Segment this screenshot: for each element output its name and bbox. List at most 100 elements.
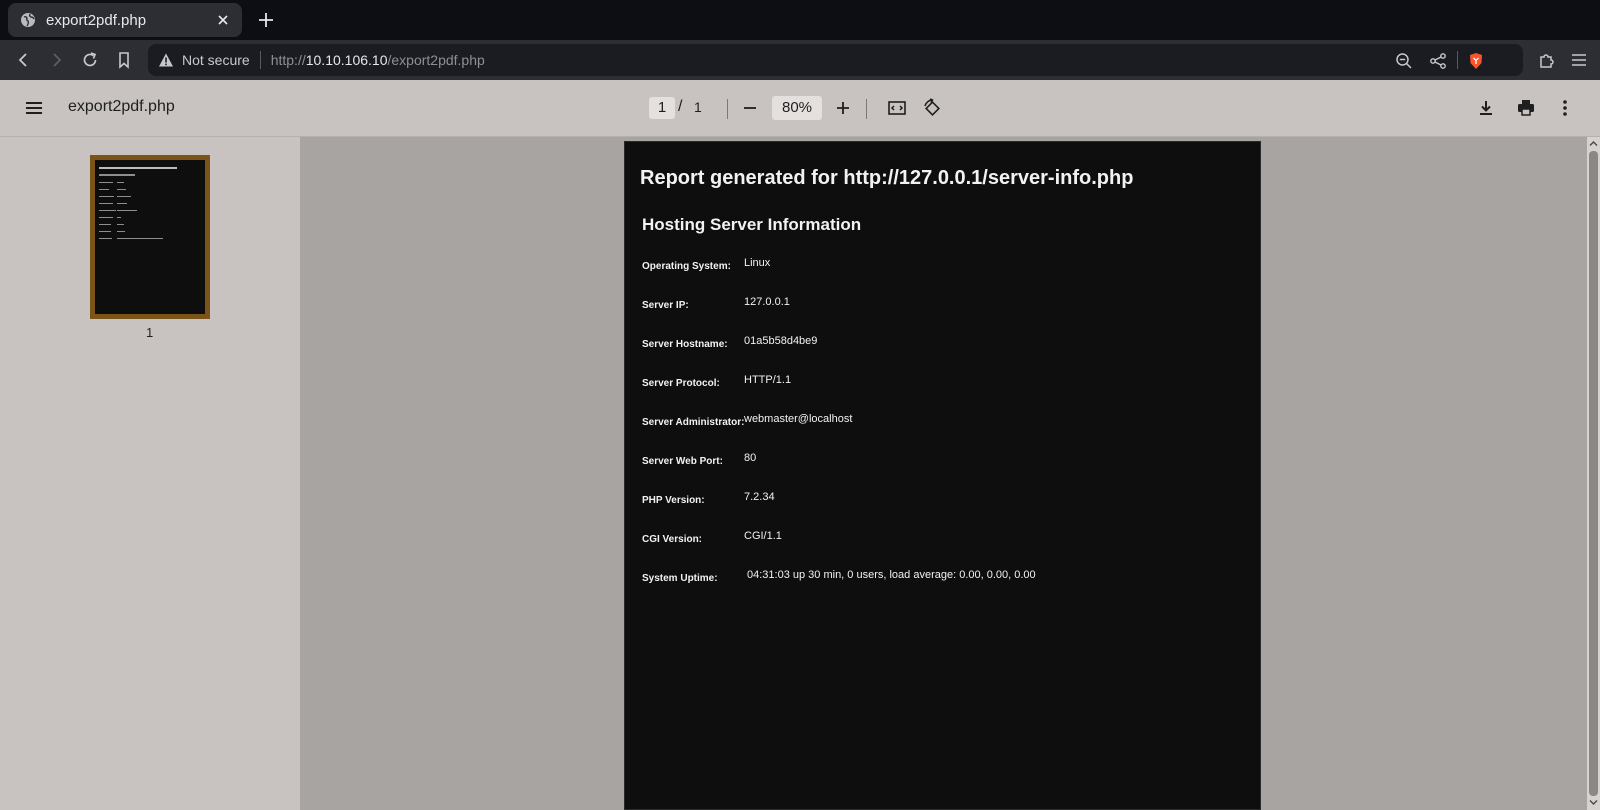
info-value: 04:31:03 up 30 min, 0 users, load averag…	[747, 569, 1036, 581]
info-label: Operating System:	[642, 261, 731, 272]
download-icon[interactable]	[1476, 98, 1496, 118]
thumbnail-line	[117, 231, 125, 232]
thumbnail-preview	[95, 160, 205, 314]
page-total: 1	[694, 99, 702, 115]
share-icon[interactable]	[1429, 52, 1447, 70]
toolbar-divider	[727, 99, 728, 119]
plus-icon[interactable]	[256, 10, 276, 30]
thumbnail-line	[99, 210, 116, 211]
info-value: 127.0.0.1	[744, 296, 790, 308]
zoom-out-icon[interactable]	[1395, 52, 1413, 70]
info-row-server-administrator: Server Administrator: webmaster@localhos…	[642, 413, 1242, 433]
thumbnail-page-number: 1	[146, 325, 154, 340]
info-label: Server Hostname:	[642, 339, 728, 350]
scroll-up-icon[interactable]	[1589, 139, 1598, 148]
thumbnail-line	[117, 189, 126, 190]
back-icon[interactable]	[14, 50, 34, 70]
thumbnail-line	[99, 217, 113, 218]
url-path: /export2pdf.php	[387, 52, 485, 68]
thumbnail-line	[117, 238, 163, 239]
warning-icon[interactable]	[158, 52, 174, 68]
thumbnail-line	[99, 203, 113, 204]
zoom-level[interactable]: 80%	[772, 96, 822, 120]
forward-icon[interactable]	[46, 50, 66, 70]
page-thumbnail[interactable]	[90, 155, 210, 319]
thumbnail-sidebar: 1	[0, 137, 300, 810]
info-value: 7.2.34	[744, 491, 775, 503]
thumbnail-line	[99, 189, 109, 190]
info-label: System Uptime:	[642, 573, 718, 584]
hamburger-icon[interactable]	[24, 98, 44, 118]
info-label: PHP Version:	[642, 495, 705, 506]
reload-icon[interactable]	[80, 50, 100, 70]
info-row-server-web-port: Server Web Port: 80	[642, 452, 1242, 472]
info-row-system-uptime: System Uptime: 04:31:03 up 30 min, 0 use…	[642, 569, 1242, 589]
info-label: Server Web Port:	[642, 456, 723, 467]
report-subheading: Hosting Server Information	[642, 215, 862, 234]
extensions-icon[interactable]	[1537, 50, 1557, 70]
thumbnail-line	[117, 224, 124, 225]
print-icon[interactable]	[1516, 98, 1536, 118]
more-vert-icon[interactable]	[1555, 98, 1575, 118]
thumbnail-line	[117, 217, 121, 218]
menu-icon[interactable]	[1569, 50, 1589, 70]
info-label: Server IP:	[642, 300, 689, 311]
thumbnail-line	[99, 196, 114, 197]
info-row-server-protocol: Server Protocol: HTTP/1.1	[642, 374, 1242, 394]
url-scheme: http://	[270, 52, 306, 68]
url-text[interactable]: http://10.10.106.10/export2pdf.php	[271, 52, 485, 68]
thumbnail-line	[99, 224, 111, 225]
info-value: 01a5b58d4be9	[744, 335, 818, 347]
thumbnail-line	[117, 203, 127, 204]
info-label: CGI Version:	[642, 534, 703, 545]
brave-shield-icon[interactable]	[1467, 52, 1485, 70]
pdf-viewer-area[interactable]: Report generated for http://127.0.0.1/se…	[300, 137, 1587, 810]
thumbnail-line	[117, 196, 131, 197]
pdf-page: Report generated for http://127.0.0.1/se…	[624, 141, 1261, 810]
report-heading: Report generated for http://127.0.0.1/se…	[640, 167, 1134, 189]
page-separator: /	[678, 98, 683, 115]
vertical-scrollbar[interactable]	[1587, 137, 1600, 810]
close-icon[interactable]	[214, 11, 232, 29]
rotate-icon[interactable]	[922, 98, 942, 118]
toolbar-divider	[866, 99, 867, 119]
scroll-thumb[interactable]	[1589, 151, 1598, 796]
address-bar[interactable]: Not secure http://10.10.106.10/export2pd…	[148, 44, 1523, 76]
info-value: CGI/1.1	[744, 530, 782, 542]
bookmark-icon[interactable]	[114, 50, 134, 70]
thumbnail-line	[99, 238, 112, 239]
info-row-cgi-version: CGI Version: CGI/1.1	[642, 530, 1242, 550]
url-divider	[259, 51, 261, 69]
pdf-title: export2pdf.php	[68, 98, 175, 115]
info-row-server-hostname: Server Hostname: 01a5b58d4be9	[642, 335, 1242, 355]
info-value: webmaster@localhost	[744, 413, 853, 425]
security-label[interactable]: Not secure	[182, 52, 250, 68]
page-number-input[interactable]: 1	[649, 97, 675, 119]
info-value: Linux	[744, 257, 771, 269]
info-value: 80	[744, 452, 757, 464]
thumbnail-line	[99, 231, 111, 232]
tab-title: export2pdf.php	[46, 11, 147, 29]
thumbnail-line	[99, 167, 177, 169]
scroll-down-icon[interactable]	[1589, 798, 1598, 807]
thumbnail-line	[99, 182, 113, 183]
info-label: Server Administrator:	[642, 417, 745, 428]
info-row-operating-system: Operating System: Linux	[642, 257, 1242, 277]
browser-toolbar: Not secure http://10.10.106.10/export2pd…	[0, 40, 1600, 80]
globe-icon	[20, 12, 36, 28]
thumbnail-line	[99, 174, 135, 176]
browser-tab[interactable]: export2pdf.php	[8, 3, 242, 37]
thumbnail-line	[117, 182, 124, 183]
url-host: 10.10.106.10	[305, 52, 388, 68]
tab-strip: export2pdf.php	[0, 0, 1600, 40]
thumbnail-line	[117, 210, 137, 211]
info-value: HTTP/1.1	[744, 374, 792, 386]
plus-icon[interactable]	[833, 98, 853, 118]
fit-page-icon[interactable]	[887, 98, 907, 118]
minus-icon[interactable]	[740, 98, 760, 118]
info-row-server-ip: Server IP: 127.0.0.1	[642, 296, 1242, 316]
info-label: Server Protocol:	[642, 378, 720, 389]
url-divider-right	[1457, 51, 1458, 69]
info-row-php-version: PHP Version: 7.2.34	[642, 491, 1242, 511]
pdf-toolbar: export2pdf.php 1 / 1 80%	[0, 80, 1600, 137]
